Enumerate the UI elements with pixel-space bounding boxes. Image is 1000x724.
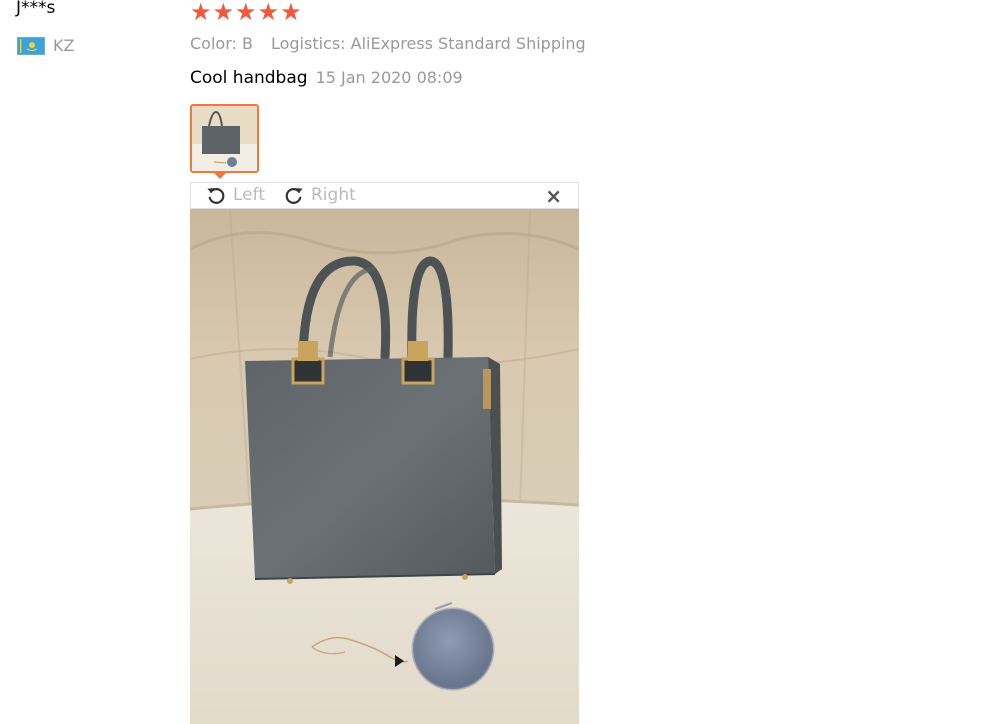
- star-icon: ★: [235, 0, 257, 26]
- comment-text: Cool handbag: [190, 68, 308, 88]
- logistics-info: Logistics: AliExpress Standard Shipping: [270, 34, 586, 53]
- rotate-right-label: Right: [311, 185, 356, 205]
- reviewer-name: J***s: [16, 0, 56, 18]
- star-icon: ★: [280, 0, 302, 26]
- rotate-left-button[interactable]: Left: [205, 184, 265, 206]
- review-date: 15 Jan 2020 08:09: [315, 68, 463, 87]
- star-icon: ★: [212, 0, 235, 26]
- star-icon: ★: [190, 0, 212, 26]
- color-info: Color: B: [190, 34, 253, 53]
- thumbnail-image: [192, 106, 257, 171]
- rotate-right-icon: [285, 188, 303, 204]
- rotate-right-button[interactable]: Right: [283, 184, 356, 206]
- star-rating: ★ ★ ★ ★ ★: [190, 0, 302, 26]
- thumbnail-pointer: [212, 171, 228, 179]
- photo-thumbnail[interactable]: [190, 104, 259, 173]
- country-code: KZ: [53, 36, 75, 55]
- close-viewer-button[interactable]: ×: [545, 185, 562, 207]
- review-comment: Cool handbag 15 Jan 2020 08:09: [190, 68, 463, 88]
- reviewer-country: KZ: [17, 36, 74, 55]
- rotate-left-icon: [207, 188, 225, 204]
- order-info: Color: B Logistics: AliExpress Standard S…: [190, 34, 586, 53]
- rotate-left-label: Left: [233, 185, 265, 205]
- handbag-photo: [190, 209, 579, 724]
- image-viewer-toolbar: Left Right ×: [190, 182, 579, 209]
- close-icon: ×: [545, 184, 562, 208]
- kazakhstan-flag-icon: [17, 36, 45, 55]
- enlarged-review-photo: [190, 209, 579, 724]
- star-icon: ★: [257, 0, 280, 26]
